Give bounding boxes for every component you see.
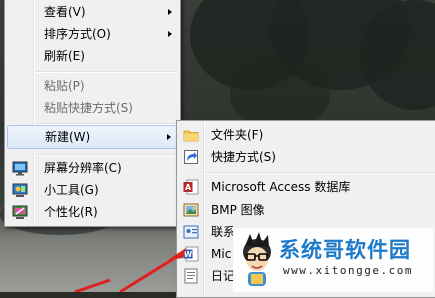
mascot-logo-icon [237,232,277,291]
watermark-url: www.xitongge.com [283,264,413,277]
watermark: 系统哥软件园 www.xitongge.com [233,228,433,292]
watermark-title: 系统哥软件园 [279,238,411,262]
